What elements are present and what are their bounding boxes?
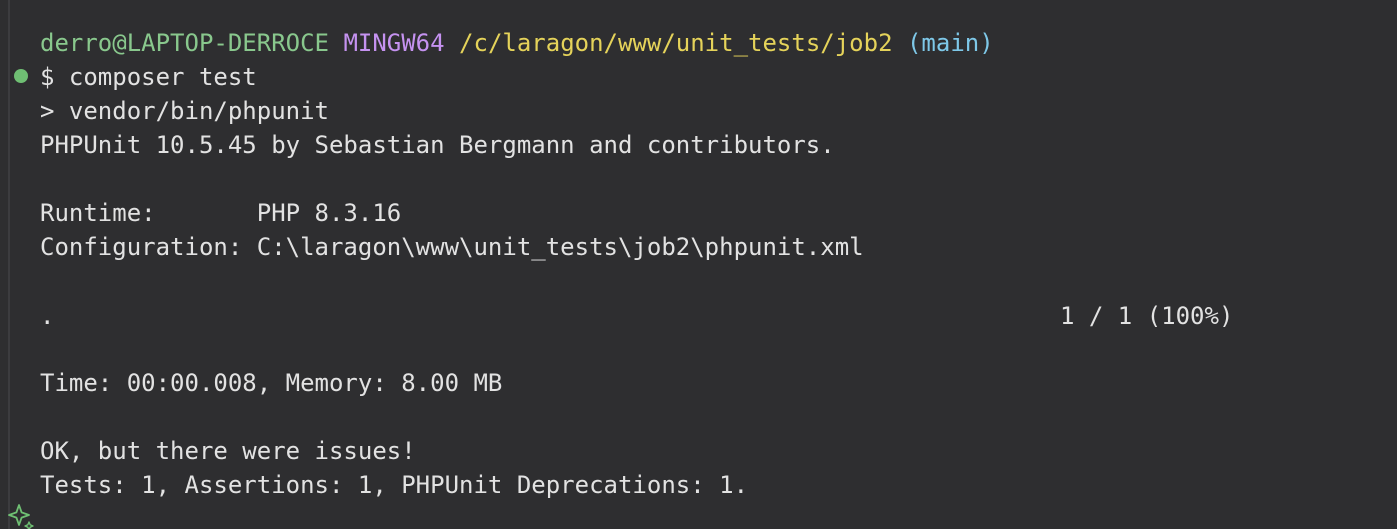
configuration-line: Configuration: C:\laragon\www\unit_tests… [40, 233, 864, 261]
prompt-path: /c/laragon/www/unit_tests/job2 [459, 29, 893, 57]
time-memory-line: Time: 00:00.008, Memory: 8.00 MB [40, 369, 503, 397]
phpunit-banner: PHPUnit 10.5.45 by Sebastian Bergmann an… [40, 131, 835, 159]
prompt-git-branch: (main) [906, 29, 994, 57]
prompt-system: MINGW64 [343, 29, 445, 57]
progress-dots: . [40, 302, 55, 330]
sparkle-icon[interactable] [7, 503, 35, 529]
runtime-line: Runtime: PHP 8.3.16 [40, 199, 402, 227]
shell-prompt: derro@LAPTOP-DERROCE MINGW64 /c/laragon/… [40, 26, 994, 60]
progress-count: 1 / 1 (100%) [1060, 302, 1234, 330]
terminal-window[interactable]: derro@LAPTOP-DERROCE MINGW64 /c/laragon/… [0, 0, 1397, 529]
command-line: $ composer test [40, 63, 257, 91]
gutter-divider [8, 0, 10, 529]
summary-line: Tests: 1, Assertions: 1, PHPUnit Depreca… [40, 471, 749, 499]
command-success-dot-icon[interactable] [14, 69, 28, 83]
prompt-user-host: derro@LAPTOP-DERROCE [40, 29, 329, 57]
result-line: OK, but there were issues! [40, 437, 416, 465]
composer-script-line: > vendor/bin/phpunit [40, 97, 329, 125]
